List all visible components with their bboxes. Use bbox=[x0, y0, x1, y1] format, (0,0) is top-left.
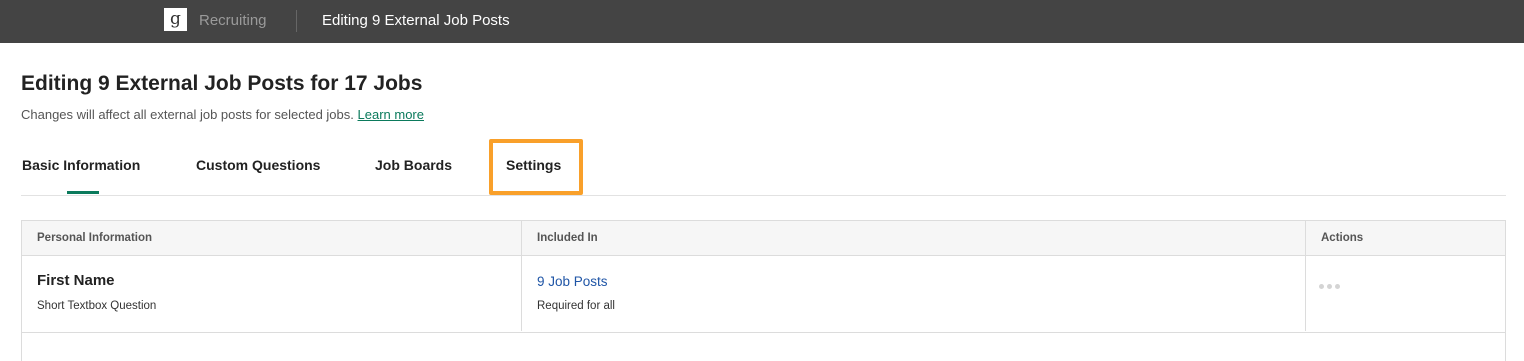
question-name: First Name bbox=[37, 272, 115, 289]
page-subtitle: Changes will affect all external job pos… bbox=[21, 107, 424, 122]
greenhouse-logo-icon[interactable]: g bbox=[164, 8, 187, 31]
app-name-recruiting[interactable]: Recruiting bbox=[199, 12, 267, 29]
included-in-link[interactable]: 9 Job Posts bbox=[537, 274, 608, 289]
table-header: Personal Information Included In Actions bbox=[22, 221, 1505, 256]
active-tab-indicator bbox=[67, 191, 99, 194]
subtitle-text: Changes will affect all external job pos… bbox=[21, 107, 354, 122]
questions-table: Personal Information Included In Actions… bbox=[21, 220, 1506, 361]
tab-bar: Basic Information Custom Questions Job B… bbox=[21, 140, 1506, 196]
topbar-divider bbox=[296, 10, 297, 32]
column-header-actions: Actions bbox=[1321, 232, 1364, 244]
tab-custom-questions[interactable]: Custom Questions bbox=[196, 157, 320, 173]
tab-job-boards[interactable]: Job Boards bbox=[375, 157, 452, 173]
more-dots-icon[interactable] bbox=[1319, 276, 1347, 290]
requirement-text: Required for all bbox=[537, 300, 615, 312]
topbar-title: Editing 9 External Job Posts bbox=[322, 12, 510, 29]
top-navigation-bar: g Recruiting Editing 9 External Job Post… bbox=[0, 0, 1524, 43]
column-header-included-in: Included In bbox=[537, 232, 598, 244]
settings-tab-highlight bbox=[489, 139, 583, 195]
column-header-personal-information: Personal Information bbox=[37, 232, 153, 244]
learn-more-link[interactable]: Learn more bbox=[358, 107, 424, 122]
table-row: First Name Short Textbox Question 9 Job … bbox=[22, 256, 1505, 333]
page-title: Editing 9 External Job Posts for 17 Jobs bbox=[21, 72, 423, 95]
tab-basic-information[interactable]: Basic Information bbox=[22, 157, 140, 173]
question-type: Short Textbox Question bbox=[37, 300, 157, 312]
